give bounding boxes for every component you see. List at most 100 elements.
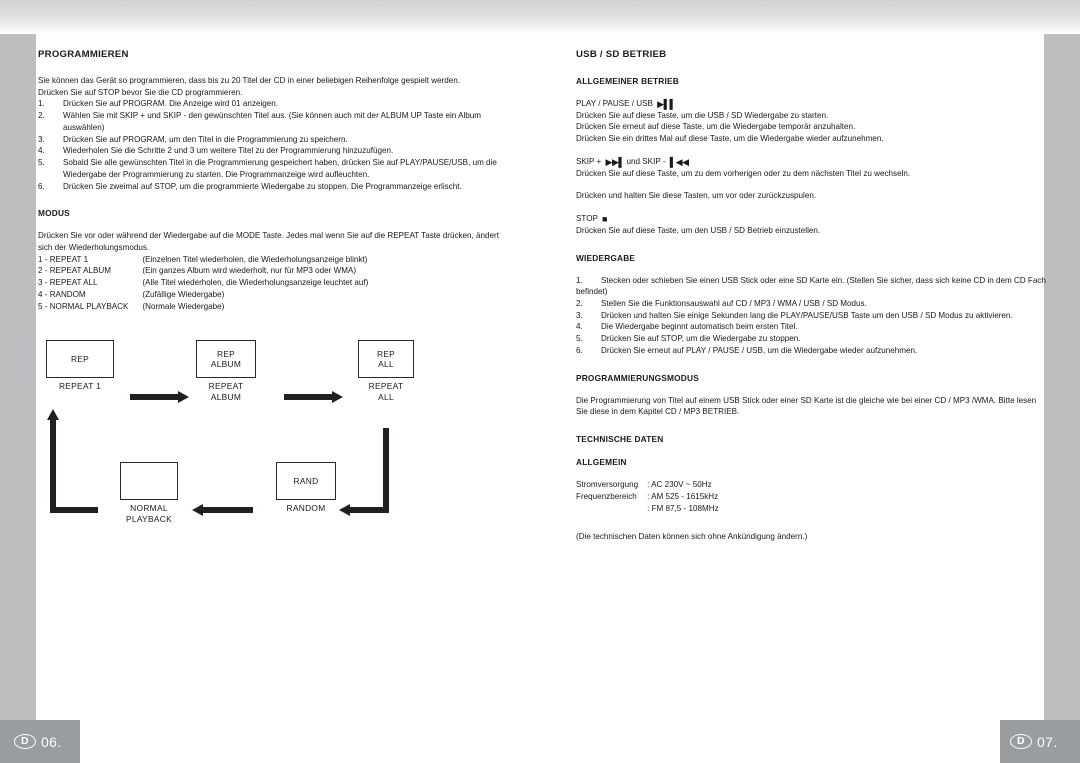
spec-label: Stromversorgung xyxy=(576,480,639,490)
modus-heading: MODUS xyxy=(38,208,70,219)
language-code-icon: D xyxy=(14,734,36,749)
list-item: 5. Sobald Sie alle gewünschten Titel in … xyxy=(38,157,514,180)
diagram-caption-repeat-album: REPEAT ALBUM xyxy=(196,381,256,402)
list-item: 2. Wählen Sie mit SKIP + und SKIP - den … xyxy=(38,110,514,133)
skip-line-1: Drücken Sie auf diese Taste, um zu dem v… xyxy=(576,168,911,178)
caption-line: REPEAT 1 xyxy=(58,381,102,392)
spec-value: : AC 230V ~ 50Hz xyxy=(647,480,712,490)
diagram-node-random: RAND RANDOM xyxy=(276,462,336,514)
page-number-right: 07. xyxy=(1037,733,1058,750)
list-item-number: 5. xyxy=(38,158,45,168)
mode-name: 5 - NORMAL PLAYBACK xyxy=(38,301,129,311)
modus-mode-table: 1 - REPEAT 1 (Einzelnen Titel wiederhole… xyxy=(38,254,368,313)
display-text-line2: ALBUM xyxy=(210,359,242,370)
diagram-display-normal-playback xyxy=(120,462,178,501)
mode-name: 1 - REPEAT 1 xyxy=(38,254,89,264)
spec-value: : AM 525 - 1615kHz xyxy=(647,492,719,502)
list-item-number: 1. xyxy=(576,275,583,285)
list-item-text: Drücken Sie erneut auf PLAY / PAUSE / US… xyxy=(601,345,918,355)
usb-sd-betrieb-heading: USB / SD BETRIEB xyxy=(576,49,667,60)
page-badge-right: D 07. xyxy=(1010,734,1058,750)
list-item-number: 3. xyxy=(38,134,45,144)
list-item-number: 4. xyxy=(38,146,45,156)
programmieren-intro-2: Drücken Sie auf STOP bevor Sie die CD pr… xyxy=(38,87,243,97)
skip-back-icon: ▌◀◀ xyxy=(667,156,689,167)
specs-disclaimer-note: (Die technischen Daten können sich ohne … xyxy=(576,531,808,541)
right-page-edge-bar xyxy=(1044,34,1080,720)
programmieren-intro-1: Sie können das Gerät so programmieren, d… xyxy=(38,75,461,85)
list-item-text: Drücken und halten Sie einige Sekunden l… xyxy=(601,310,1013,320)
list-item: 1. Stecken oder schieben Sie einen USB St… xyxy=(576,275,1048,298)
caption-line: NORMAL xyxy=(130,503,168,514)
language-code-icon: D xyxy=(1010,734,1032,749)
wiedergabe-steps-rest: 2. Stellen Sie die Funktionsauswahl auf … xyxy=(576,298,1048,357)
list-item-text: Stellen Sie die Funktionsauswahl auf CD … xyxy=(601,299,867,309)
caption-line: REPEAT xyxy=(368,381,404,392)
diagram-node-normal-playback: NORMAL PLAYBACK xyxy=(120,462,178,524)
diagram-caption-random: RANDOM xyxy=(276,503,336,514)
skip-label-row: SKIP + ▶▶▌ und SKIP - ▌◀◀ xyxy=(576,156,1048,168)
table-row: 5 - NORMAL PLAYBACK (Normale Wiedergabe) xyxy=(38,301,368,313)
list-item-text: Die Wiedergabe beginnt automatisch beim … xyxy=(601,322,798,332)
modus-intro: Drücken Sie vor oder während der Wiederg… xyxy=(38,231,499,252)
stop-label: STOP xyxy=(576,214,598,224)
repeat-mode-cycle-diagram: REP REPEAT 1 REP ALBUM REPEAT ALBUM REP … xyxy=(38,340,438,550)
list-item-number: 2. xyxy=(576,299,583,309)
list-item-number: 2. xyxy=(38,111,45,121)
play-pause-usb-label: PLAY / PAUSE / USB xyxy=(576,98,653,108)
footer-left-page: D 06. xyxy=(0,720,80,763)
diagram-display-repeat-all: REP ALL xyxy=(358,340,414,379)
caption-line: REPEAT xyxy=(208,381,244,392)
table-row: 4 - RANDOM (Zufällige Wiedergabe) xyxy=(38,289,368,301)
list-item-text: Wählen Sie mit SKIP + und SKIP - den gew… xyxy=(63,111,482,132)
skip-back-label: und SKIP - xyxy=(626,156,666,166)
table-row: : FM 87,5 - 108MHz xyxy=(576,503,719,515)
list-item-number: 4. xyxy=(576,322,583,332)
list-item: 5. Drücken Sie auf STOP, um die Wiederga… xyxy=(576,333,1048,345)
list-item-text: Drücken Sie auf PROGRAM, um den Titel in… xyxy=(63,134,348,144)
list-item-text: Wiederholen Sie die Schritte 2 und 3 um … xyxy=(63,146,394,156)
play-pause-usb-label-row: PLAY / PAUSE / USB ▶▌▌ xyxy=(576,98,1048,110)
list-item-text: Drücken Sie auf STOP, um die Wiedergabe … xyxy=(601,334,801,344)
skip-forward-icon: ▶▶▌ xyxy=(603,156,625,167)
play-line-1: Drücken Sie auf diese Taste, um die USB … xyxy=(576,110,829,120)
spec-label: Frequenzbereich xyxy=(576,492,637,502)
table-row: 2 - REPEAT ALBUM (Ein ganzes Album wird … xyxy=(38,265,368,277)
page-number-left: 06. xyxy=(41,733,62,750)
right-page-content: USB / SD BETRIEB ALLGEMEINER BETRIEB PLA… xyxy=(576,48,1048,542)
skip-line-2: Drücken und halten Sie diese Tasten, um … xyxy=(576,191,817,201)
diagram-caption-repeat-all: REPEAT ALL xyxy=(358,381,414,402)
diagram-display-repeat-album: REP ALBUM xyxy=(196,340,256,379)
footer-right-page: D 07. xyxy=(1000,720,1080,763)
play-pause-icon: ▶▌▌ xyxy=(655,98,676,109)
table-row: 3 - REPEAT ALL (Alle Titel wiederholen, … xyxy=(38,277,368,289)
list-item-number: 6. xyxy=(576,345,583,355)
programmieren-heading: PROGRAMMIEREN xyxy=(38,49,129,60)
display-text-line1: REP xyxy=(376,348,396,359)
caption-line: RANDOM xyxy=(286,503,326,514)
caption-line: PLAYBACK xyxy=(126,513,172,524)
caption-line: ALL xyxy=(378,391,394,402)
page-top-gradient xyxy=(0,0,1080,34)
specifications-table: Stromversorgung : AC 230V ~ 50Hz Frequen… xyxy=(576,479,719,515)
table-row: Stromversorgung : AC 230V ~ 50Hz xyxy=(576,479,719,491)
technische-daten-heading: TECHNISCHE DATEN xyxy=(576,434,664,445)
display-text: REP xyxy=(70,354,90,365)
allgemein-heading: ALLGEMEIN xyxy=(576,457,627,468)
list-item: 2. Stellen Sie die Funktionsauswahl auf … xyxy=(576,298,1048,310)
wiedergabe-steps: 1. Stecken oder schieben Sie einen USB St… xyxy=(576,275,1048,298)
mode-description: (Normale Wiedergabe) xyxy=(142,301,225,311)
mode-name: 4 - RANDOM xyxy=(38,289,86,299)
stop-icon: ■ xyxy=(600,214,607,225)
list-item-text: Stecken oder schieben Sie einen USB Stic… xyxy=(576,275,1046,297)
wiedergabe-heading: WIEDERGABE xyxy=(576,252,636,263)
diagram-display-repeat-1: REP xyxy=(46,340,114,379)
list-item-text: Drücken Sie auf PROGRAM. Die Anzeige wir… xyxy=(63,99,279,109)
diagram-caption-normal-playback: NORMAL PLAYBACK xyxy=(120,503,178,524)
list-item: 6. Drücken Sie zweimal auf STOP, um die … xyxy=(38,181,514,193)
